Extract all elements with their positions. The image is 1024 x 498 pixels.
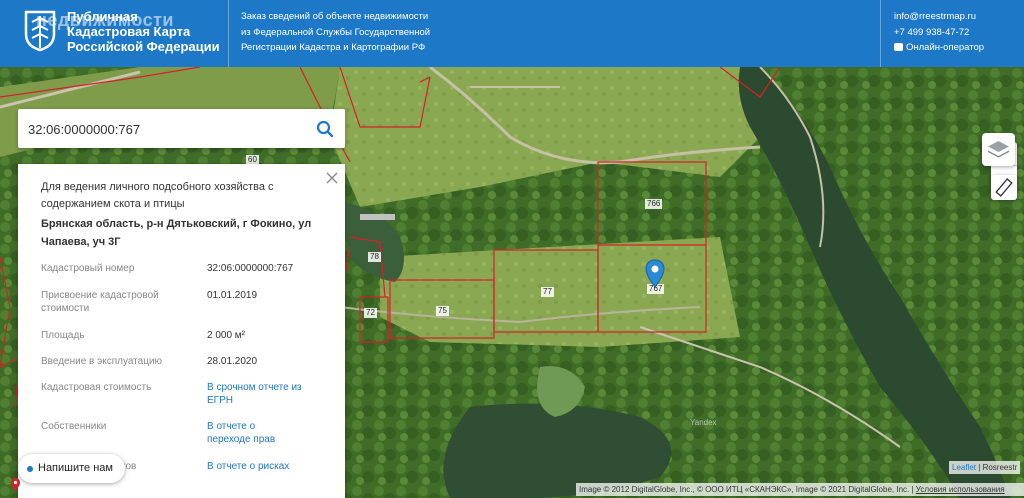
copyright-text: Image © 2012 DigitalGlobe, Inc., © ООО И… (579, 485, 910, 494)
online-operator-label: Онлайн-оператор (906, 42, 985, 53)
online-indicator-icon (27, 466, 33, 472)
plot-label[interactable]: 78 (368, 252, 381, 262)
brand-title[interactable]: Публичная Кадастровая Карта Российской Ф… (67, 9, 220, 54)
online-operator-link[interactable]: Онлайн-оператор (894, 40, 984, 56)
plot-label[interactable]: 75 (436, 306, 449, 316)
header-divider (228, 0, 229, 67)
brand-line-3: Российской Федерации (67, 39, 220, 54)
brand-line-2: Кадастровая Карта (67, 24, 191, 39)
row-value: 01.01.2019 (207, 290, 258, 301)
order-line-3: Регистрации Кадастра и Картографии РФ (241, 42, 426, 53)
row-label: Собственники (41, 421, 107, 432)
chat-label: Напишите нам (38, 462, 113, 474)
row-label: Присвоение кадастровой стоимости (41, 290, 159, 314)
yandex-watermark: Yandex (690, 418, 717, 427)
phone-link[interactable]: +7 499 938-47-72 (894, 25, 984, 41)
plot-label[interactable]: 77 (541, 287, 554, 297)
plot-label[interactable]: 72 (364, 308, 377, 318)
leaflet-link[interactable]: Leaflet (952, 463, 976, 472)
site-header: недвижимости Публичная Кадастровая Карта… (0, 0, 1024, 67)
layers-button[interactable] (982, 133, 1015, 166)
row-value: 32:06:0000000:767 (207, 263, 294, 274)
measure-button[interactable] (991, 175, 1017, 200)
row-label: Площадь (41, 330, 85, 341)
parcel-info-panel: Для ведения личного подсобного хозяйства… (18, 164, 345, 498)
search-box (18, 109, 345, 148)
layers-icon (988, 141, 1009, 158)
row-value: 2 000 м² (207, 330, 246, 341)
terms-link[interactable]: Условия использования (916, 485, 1005, 494)
plot-label[interactable]: 766 (645, 199, 663, 209)
row-label: Введение в эксплуатацию (41, 356, 163, 367)
row-label: Кадастровый номер (41, 263, 135, 274)
order-line-2: из Федеральной Службы Государственной (241, 26, 431, 38)
report-link[interactable]: В отчете о переходе прав (207, 421, 297, 446)
map-attribution: Leaflet | Rosreestr (949, 461, 1021, 474)
chat-icon (894, 43, 903, 51)
brand-line-1: Публичная (67, 9, 138, 24)
order-info[interactable]: Заказ сведений об объекте недвижимости и… (241, 9, 430, 56)
report-link[interactable]: В отчете о рисках (207, 461, 327, 474)
land-purpose: Для ведения личного подсобного хозяйства… (41, 181, 274, 210)
search-input[interactable] (28, 119, 298, 139)
row-value: 28.01.2020 (207, 356, 258, 367)
imagery-copyright: Image © 2012 DigitalGlobe, Inc., © ООО И… (576, 483, 1024, 496)
contacts: info@rreestrmap.ru +7 499 938-47-72 Онла… (894, 9, 984, 56)
map-pin-icon (11, 478, 20, 491)
rosreestr-source: Rosreestr (982, 463, 1018, 472)
chat-widget-button[interactable]: Напишите нам (18, 454, 125, 483)
row-label: Кадастровая стоимость (41, 382, 152, 393)
order-line-1: Заказ сведений об объекте недвижимости (241, 11, 429, 22)
email-link[interactable]: info@rreestrmap.ru (894, 9, 984, 25)
location-marker-icon[interactable] (645, 259, 665, 289)
close-icon[interactable] (325, 171, 339, 185)
parcel-address: Брянская область, р-н Дятьковский, г Фок… (41, 218, 312, 248)
ruler-icon (995, 178, 1013, 197)
search-icon[interactable] (315, 119, 335, 139)
header-divider (880, 0, 881, 67)
report-link[interactable]: В срочном отчете из ЕГРН (207, 382, 307, 407)
